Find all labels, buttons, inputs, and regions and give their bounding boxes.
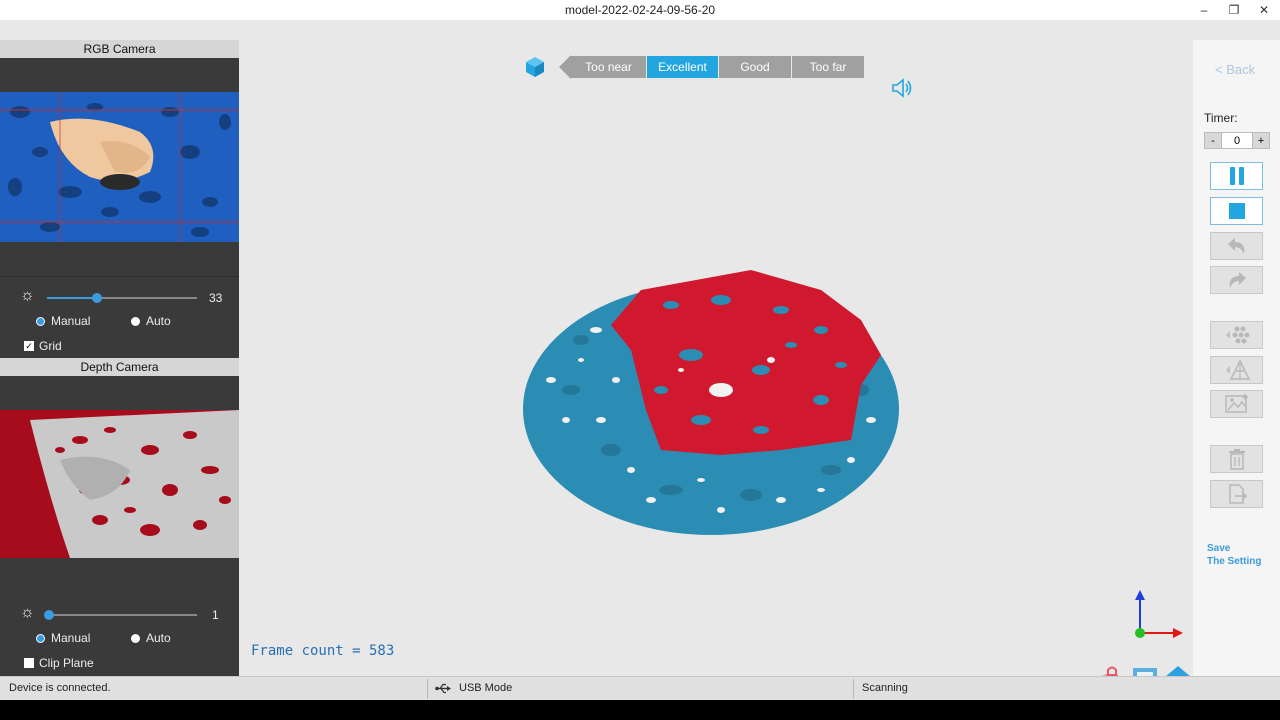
depth-mode-auto[interactable]: Auto bbox=[131, 631, 171, 645]
distance-too-far: Too far bbox=[792, 56, 864, 78]
rgb-mode-auto-label: Auto bbox=[146, 314, 171, 328]
depth-mode-manual-label: Manual bbox=[51, 631, 91, 645]
scan-state: Scanning bbox=[862, 682, 908, 694]
timer-input[interactable]: 0 bbox=[1222, 132, 1252, 149]
depth-camera-controls: ☼ 1 Manual Auto Clip Plane bbox=[0, 594, 239, 676]
distance-excellent: Excellent bbox=[647, 56, 718, 78]
save-setting-line2: The Setting bbox=[1207, 556, 1262, 567]
rgb-brightness-fill bbox=[47, 297, 97, 299]
stop-button[interactable] bbox=[1210, 197, 1263, 225]
scan-model[interactable] bbox=[521, 270, 901, 535]
clip-plane-checkbox[interactable]: Clip Plane bbox=[24, 656, 94, 670]
point-cloud-button[interactable] bbox=[1210, 321, 1263, 349]
rgb-mode-auto[interactable]: Auto bbox=[131, 314, 171, 328]
right-toolbar: < Back Timer: - 0 + Save The Setting bbox=[1193, 40, 1280, 676]
undo-icon bbox=[1227, 238, 1244, 254]
rgb-mode-manual[interactable]: Manual bbox=[36, 314, 90, 328]
radio-selected-icon bbox=[36, 316, 45, 326]
save-setting-button[interactable]: Save The Setting bbox=[1207, 542, 1261, 568]
3d-viewport[interactable]: Too near Excellent Good Too far Frame co… bbox=[239, 40, 1193, 691]
redo-icon bbox=[1229, 272, 1246, 288]
rgb-camera-controls: ☼ 33 Manual Auto ✓ Grid bbox=[0, 276, 239, 358]
grid-checkbox[interactable]: ✓ Grid bbox=[24, 339, 62, 353]
image-add-icon bbox=[1224, 394, 1248, 413]
save-setting-line1: Save bbox=[1207, 543, 1231, 554]
trash-icon bbox=[1228, 449, 1245, 470]
radio-unselected-icon bbox=[131, 633, 140, 643]
mesh-icon bbox=[1225, 359, 1250, 380]
depth-brightness-slider[interactable] bbox=[47, 614, 197, 616]
redo-button[interactable] bbox=[1210, 266, 1263, 294]
usb-mode: USB Mode bbox=[459, 682, 513, 694]
status-divider bbox=[427, 679, 428, 699]
stop-icon bbox=[1228, 203, 1245, 219]
cube-icon[interactable] bbox=[523, 55, 547, 79]
distance-good: Good bbox=[719, 56, 791, 78]
timer-decrement-button[interactable]: - bbox=[1204, 132, 1222, 149]
window-title: model-2022-02-24-09-56-20 bbox=[564, 3, 716, 17]
pause-button[interactable] bbox=[1210, 162, 1263, 190]
title-bar: model-2022-02-24-09-56-20 – ❐ ✕ bbox=[0, 0, 1280, 20]
depth-camera-preview bbox=[0, 410, 239, 558]
timer-stepper: - 0 + bbox=[1204, 132, 1270, 149]
frame-count: Frame count = 583 bbox=[251, 643, 395, 659]
distance-too-near: Too near bbox=[571, 56, 646, 78]
brightness-icon: ☼ bbox=[20, 287, 35, 304]
timer-label: Timer: bbox=[1204, 111, 1238, 125]
rgb-camera-preview bbox=[0, 92, 239, 242]
usb-icon bbox=[435, 683, 451, 694]
radio-unselected-icon bbox=[131, 316, 140, 326]
depth-mode-manual[interactable]: Manual bbox=[36, 631, 90, 645]
delete-button[interactable] bbox=[1210, 445, 1263, 473]
depth-brightness-thumb[interactable] bbox=[43, 610, 54, 620]
mesh-button[interactable] bbox=[1210, 356, 1263, 384]
camera-panel: RGB Camera ☼ 33 Manual Auto ✓ Grid Depth… bbox=[0, 40, 239, 676]
texture-button[interactable] bbox=[1210, 390, 1263, 418]
rgb-camera-header: RGB Camera bbox=[0, 40, 239, 58]
pause-icon bbox=[1229, 167, 1244, 185]
export-icon bbox=[1228, 484, 1247, 504]
undo-button[interactable] bbox=[1210, 232, 1263, 260]
status-divider bbox=[853, 679, 854, 699]
radio-selected-icon bbox=[36, 633, 45, 643]
depth-mode-auto-label: Auto bbox=[146, 631, 171, 645]
point-cloud-icon bbox=[1225, 326, 1249, 344]
clip-plane-label: Clip Plane bbox=[39, 656, 94, 670]
checkbox-unchecked-icon bbox=[24, 658, 34, 668]
close-button[interactable]: ✕ bbox=[1254, 2, 1274, 18]
checkbox-checked-icon: ✓ bbox=[24, 341, 34, 351]
arrow-left-icon bbox=[559, 55, 571, 79]
brightness-icon: ☼ bbox=[20, 604, 35, 621]
distance-indicator: Too near Excellent Good Too far bbox=[559, 55, 865, 79]
rgb-brightness-value: 33 bbox=[209, 291, 223, 305]
status-bar: Device is connected. USB Mode Scanning bbox=[0, 676, 1280, 700]
depth-camera-header: Depth Camera bbox=[0, 358, 239, 376]
timer-increment-button[interactable]: + bbox=[1252, 132, 1270, 149]
connection-status: Device is connected. bbox=[9, 682, 111, 694]
back-button[interactable]: < Back bbox=[1215, 62, 1255, 77]
grid-label: Grid bbox=[39, 339, 62, 353]
depth-brightness-value: 1 bbox=[212, 608, 219, 622]
axis-gizmo-icon bbox=[1135, 590, 1183, 638]
rgb-brightness-thumb[interactable] bbox=[91, 293, 102, 303]
rgb-mode-manual-label: Manual bbox=[51, 314, 91, 328]
maximize-button[interactable]: ❐ bbox=[1224, 2, 1244, 18]
app-window: RGB Camera ☼ 33 Manual Auto ✓ Grid Depth… bbox=[0, 20, 1280, 700]
speaker-icon[interactable] bbox=[890, 77, 914, 99]
export-button[interactable] bbox=[1210, 480, 1263, 508]
minimize-button[interactable]: – bbox=[1194, 2, 1214, 18]
